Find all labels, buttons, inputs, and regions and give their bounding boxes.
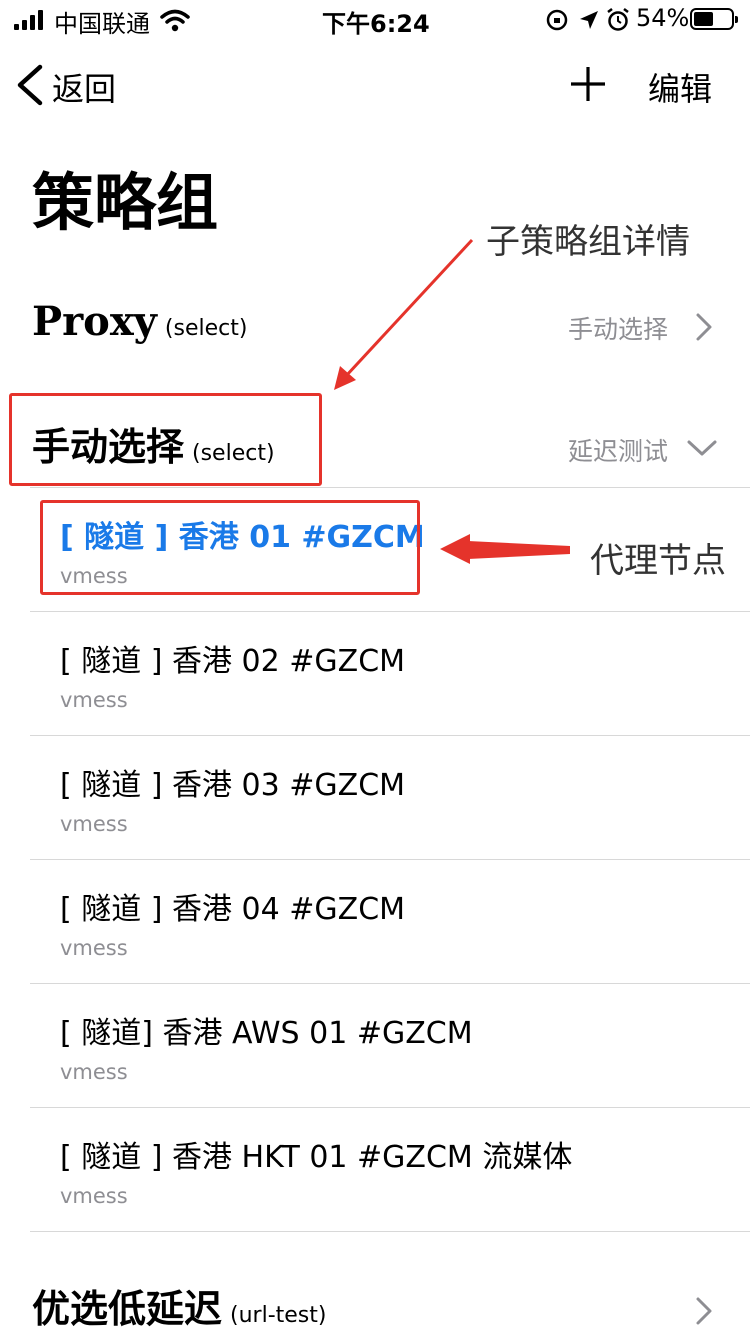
group-name: 优选低延迟 (url-test) — [32, 1278, 326, 1333]
group-selected-label: 延迟测试 — [567, 437, 668, 466]
chevron-down-icon — [687, 440, 717, 456]
group-name: Proxy (select) — [32, 298, 247, 345]
chevron-left-icon — [17, 64, 43, 106]
list-item[interactable]: [ 隧道 ] 香港 03 #GZCM vmess — [0, 748, 750, 872]
node-protocol: vmess — [60, 1184, 128, 1208]
list-item[interactable]: [ 隧道 ] 香港 HKT 01 #GZCM 流媒体 vmess — [0, 1120, 750, 1244]
alarm-icon — [607, 8, 629, 31]
group-type-label: (select) — [164, 316, 248, 341]
annotation-box-group — [9, 393, 322, 486]
wifi-icon — [160, 9, 190, 32]
location-icon — [580, 11, 598, 29]
divider — [30, 983, 750, 984]
chevron-right-icon — [696, 313, 712, 341]
back-label: 返回 — [52, 70, 117, 108]
time-label: 下午6:24 — [322, 10, 430, 38]
plus-icon — [571, 67, 605, 101]
group-name-label: 优选低延迟 — [32, 1287, 223, 1331]
group-row-proxy[interactable]: Proxy (select) 手动选择 — [0, 296, 750, 356]
annotation-box-node — [40, 500, 420, 595]
node-protocol: vmess — [60, 1060, 128, 1084]
chevron-right-icon — [696, 1297, 712, 1325]
node-name: [ 隧道] 香港 AWS 01 #GZCM — [60, 1016, 473, 1051]
group-row-low-latency[interactable]: 优选低延迟 (url-test) — [0, 1270, 750, 1334]
annotation-label-proxy-node: 代理节点 — [590, 541, 726, 581]
divider — [30, 487, 750, 488]
signal-icon — [14, 10, 48, 30]
divider — [30, 611, 750, 612]
carrier-label: 中国联通 — [54, 10, 150, 38]
group-name-label: Proxy — [32, 298, 157, 345]
divider — [30, 859, 750, 860]
node-name: [ 隧道 ] 香港 HKT 01 #GZCM 流媒体 — [60, 1140, 573, 1175]
status-bar: 中国联通 下午6:24 54% — [0, 0, 750, 40]
node-protocol: vmess — [60, 812, 128, 836]
group-type-label: (url-test) — [230, 1303, 327, 1328]
node-name: [ 隧道 ] 香港 03 #GZCM — [60, 768, 406, 803]
node-protocol: vmess — [60, 936, 128, 960]
annotation-label-sub-group: 子策略组详情 — [486, 222, 690, 262]
list-item[interactable]: [ 隧道 ] 香港 02 #GZCM vmess — [0, 624, 750, 748]
edit-button[interactable]: 编辑 — [648, 64, 712, 110]
divider — [30, 735, 750, 736]
divider — [30, 1107, 750, 1108]
node-name: [ 隧道 ] 香港 04 #GZCM — [60, 892, 406, 927]
battery-icon — [690, 8, 738, 30]
page-title: 策略组 — [32, 166, 219, 239]
rotation-lock-icon — [546, 9, 568, 31]
node-name: [ 隧道 ] 香港 02 #GZCM — [60, 644, 406, 679]
add-button[interactable] — [568, 64, 608, 104]
list-item[interactable]: [ 隧道 ] 香港 04 #GZCM vmess — [0, 872, 750, 996]
battery-percent: 54% — [636, 4, 690, 32]
divider — [30, 1231, 750, 1232]
group-selected-label: 手动选择 — [567, 315, 668, 344]
list-item[interactable]: [ 隧道] 香港 AWS 01 #GZCM vmess — [0, 996, 750, 1120]
node-protocol: vmess — [60, 688, 128, 712]
